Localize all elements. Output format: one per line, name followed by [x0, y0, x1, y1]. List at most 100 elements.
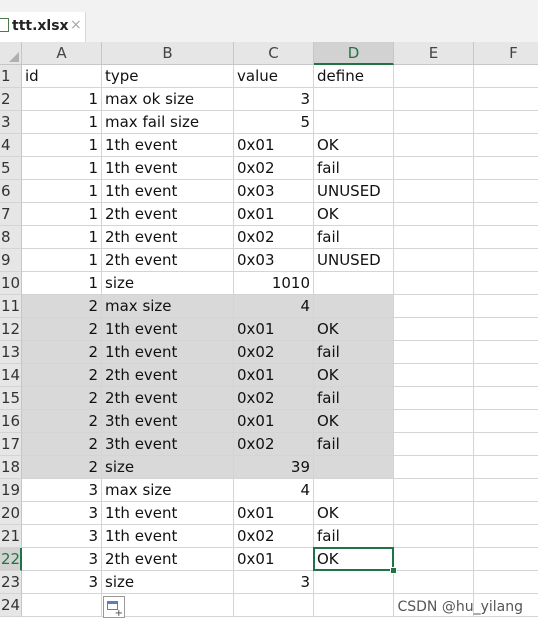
- cell-b6[interactable]: 1th event: [102, 180, 234, 203]
- cell-e3[interactable]: [394, 111, 474, 134]
- cell-c6[interactable]: 0x03: [234, 180, 314, 203]
- cell-d9[interactable]: UNUSED: [314, 249, 394, 272]
- cell-c5[interactable]: 0x02: [234, 157, 314, 180]
- cell-d15[interactable]: fail: [314, 387, 394, 410]
- cell-c20[interactable]: 0x01: [234, 502, 314, 525]
- row-header-10[interactable]: 10: [0, 272, 22, 295]
- cell-a12[interactable]: 2: [22, 318, 102, 341]
- cell-d8[interactable]: fail: [314, 226, 394, 249]
- cell-e21[interactable]: [394, 525, 474, 548]
- row-header-17[interactable]: 17: [0, 433, 22, 456]
- cell-d1[interactable]: define: [314, 65, 394, 88]
- cell-a16[interactable]: 2: [22, 410, 102, 433]
- tab-ttt-xlsx[interactable]: ttt.xlsx ×: [0, 12, 86, 42]
- cell-a23[interactable]: 3: [22, 571, 102, 594]
- cell-e18[interactable]: [394, 456, 474, 479]
- cell-f2[interactable]: [474, 88, 538, 111]
- row-header-8[interactable]: 8: [0, 226, 22, 249]
- cell-d11[interactable]: [314, 295, 394, 318]
- cell-b23[interactable]: size: [102, 571, 234, 594]
- cell-c13[interactable]: 0x02: [234, 341, 314, 364]
- row-header-5[interactable]: 5: [0, 157, 22, 180]
- cell-b7[interactable]: 2th event: [102, 203, 234, 226]
- cell-d19[interactable]: [314, 479, 394, 502]
- row-header-3[interactable]: 3: [0, 111, 22, 134]
- cell-f4[interactable]: [474, 134, 538, 157]
- cell-b19[interactable]: max size: [102, 479, 234, 502]
- cell-a7[interactable]: 1: [22, 203, 102, 226]
- cell-d16[interactable]: OK: [314, 410, 394, 433]
- cell-a22[interactable]: 3: [22, 548, 102, 571]
- cell-f8[interactable]: [474, 226, 538, 249]
- cell-e15[interactable]: [394, 387, 474, 410]
- cell-a20[interactable]: 3: [22, 502, 102, 525]
- cell-a5[interactable]: 1: [22, 157, 102, 180]
- cell-b11[interactable]: max size: [102, 295, 234, 318]
- cell-d7[interactable]: OK: [314, 203, 394, 226]
- cell-f6[interactable]: [474, 180, 538, 203]
- cell-d4[interactable]: OK: [314, 134, 394, 157]
- cell-f7[interactable]: [474, 203, 538, 226]
- cell-c24[interactable]: [234, 594, 314, 617]
- spreadsheet-grid[interactable]: A B C D E F 1 id type value define 2 1 max ok size 3 3 1…: [0, 42, 538, 625]
- cell-e8[interactable]: [394, 226, 474, 249]
- cell-a13[interactable]: 2: [22, 341, 102, 364]
- cell-b10[interactable]: size: [102, 272, 234, 295]
- cell-a10[interactable]: 1: [22, 272, 102, 295]
- cell-e5[interactable]: [394, 157, 474, 180]
- row-header-20[interactable]: 20: [0, 502, 22, 525]
- column-header-f[interactable]: F: [474, 42, 538, 65]
- cell-c14[interactable]: 0x01: [234, 364, 314, 387]
- cell-f16[interactable]: [474, 410, 538, 433]
- cell-c22[interactable]: 0x01: [234, 548, 314, 571]
- cell-f14[interactable]: [474, 364, 538, 387]
- row-header-21[interactable]: 21: [0, 525, 22, 548]
- quick-analysis-icon[interactable]: +: [103, 596, 125, 619]
- cell-d14[interactable]: OK: [314, 364, 394, 387]
- close-icon[interactable]: ×: [70, 17, 82, 33]
- row-header-15[interactable]: 15: [0, 387, 22, 410]
- cell-b17[interactable]: 3th event: [102, 433, 234, 456]
- cell-a4[interactable]: 1: [22, 134, 102, 157]
- cell-c8[interactable]: 0x02: [234, 226, 314, 249]
- row-header-14[interactable]: 14: [0, 364, 22, 387]
- cell-a6[interactable]: 1: [22, 180, 102, 203]
- cell-c9[interactable]: 0x03: [234, 249, 314, 272]
- cell-b14[interactable]: 2th event: [102, 364, 234, 387]
- row-header-22[interactable]: 22: [0, 548, 22, 571]
- cell-e17[interactable]: [394, 433, 474, 456]
- cell-e14[interactable]: [394, 364, 474, 387]
- cell-f11[interactable]: [474, 295, 538, 318]
- cell-c16[interactable]: 0x01: [234, 410, 314, 433]
- cell-b16[interactable]: 3th event: [102, 410, 234, 433]
- cell-d13[interactable]: fail: [314, 341, 394, 364]
- cell-f9[interactable]: [474, 249, 538, 272]
- cell-e20[interactable]: [394, 502, 474, 525]
- cell-a17[interactable]: 2: [22, 433, 102, 456]
- cell-c7[interactable]: 0x01: [234, 203, 314, 226]
- row-header-13[interactable]: 13: [0, 341, 22, 364]
- fill-handle[interactable]: [390, 567, 397, 574]
- cell-d6[interactable]: UNUSED: [314, 180, 394, 203]
- cell-b15[interactable]: 2th event: [102, 387, 234, 410]
- cell-b1[interactable]: type: [102, 65, 234, 88]
- column-header-d[interactable]: D: [314, 42, 394, 65]
- cell-c17[interactable]: 0x02: [234, 433, 314, 456]
- selected-cell-outline[interactable]: [313, 547, 394, 571]
- cell-b3[interactable]: max fail size: [102, 111, 234, 134]
- row-header-19[interactable]: 19: [0, 479, 22, 502]
- row-header-11[interactable]: 11: [0, 295, 22, 318]
- cell-c18[interactable]: 39: [234, 456, 314, 479]
- cell-b20[interactable]: 1th event: [102, 502, 234, 525]
- cell-c1[interactable]: value: [234, 65, 314, 88]
- cell-d18[interactable]: [314, 456, 394, 479]
- cell-c23[interactable]: 3: [234, 571, 314, 594]
- cell-c2[interactable]: 3: [234, 88, 314, 111]
- row-header-7[interactable]: 7: [0, 203, 22, 226]
- cell-e22[interactable]: [394, 548, 474, 571]
- cell-e6[interactable]: [394, 180, 474, 203]
- cell-e2[interactable]: [394, 88, 474, 111]
- cell-a2[interactable]: 1: [22, 88, 102, 111]
- cell-c21[interactable]: 0x02: [234, 525, 314, 548]
- cell-e13[interactable]: [394, 341, 474, 364]
